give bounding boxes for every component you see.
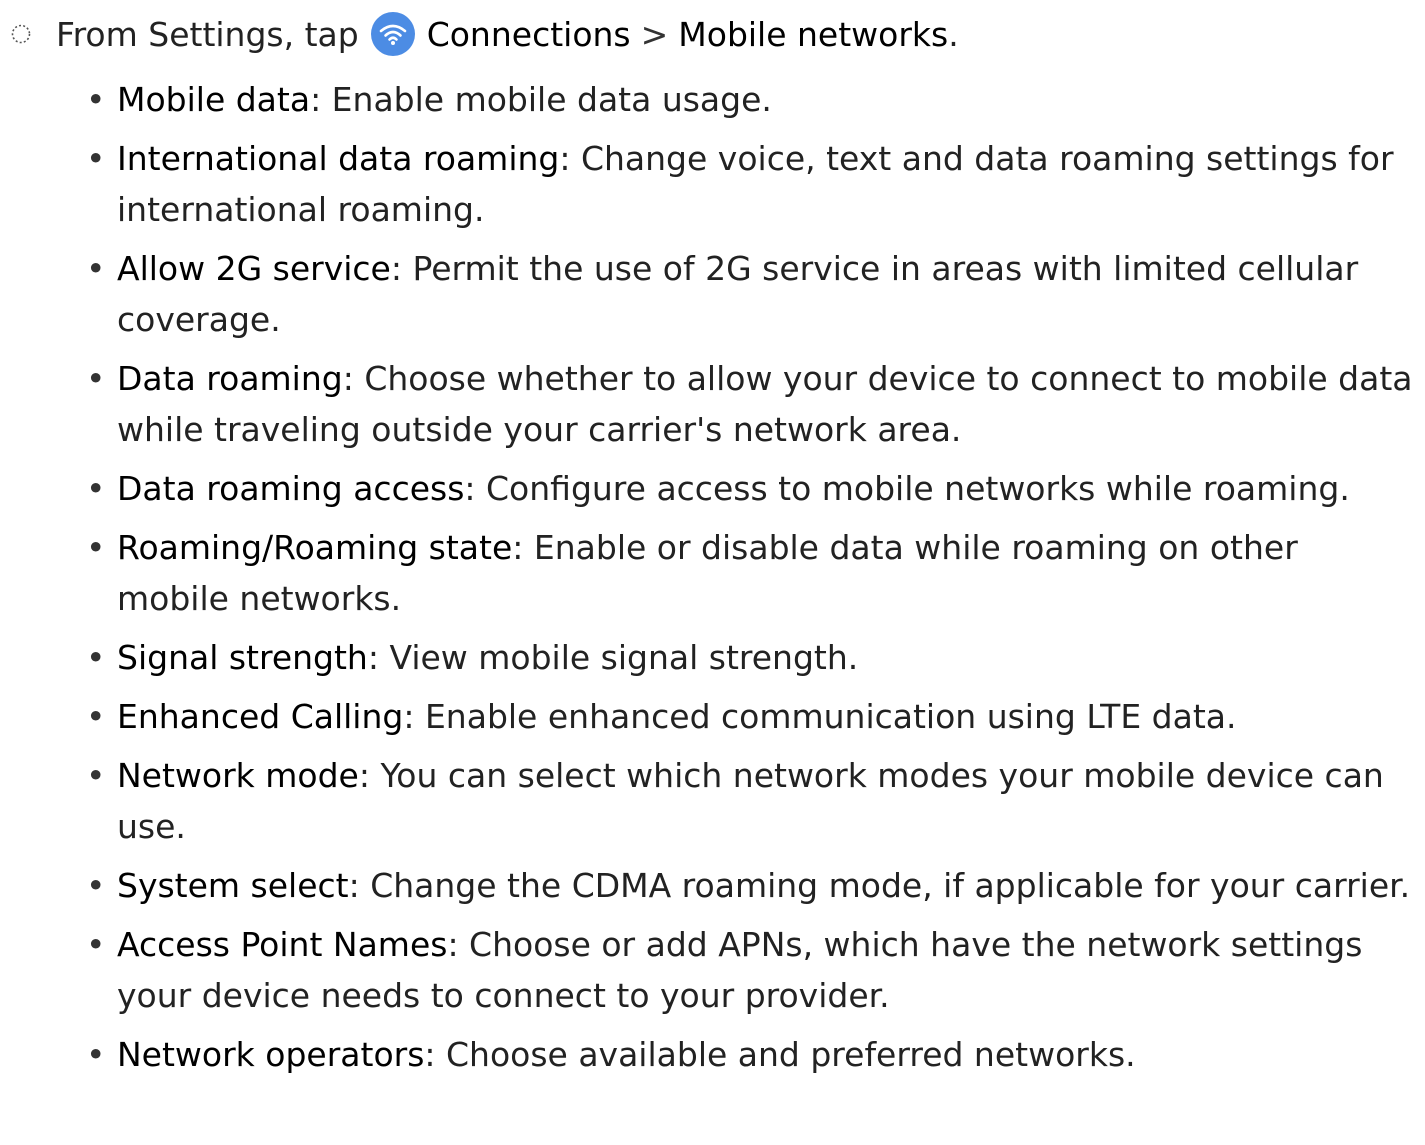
bullet-icon: • — [86, 756, 106, 795]
connections-wifi-icon — [370, 12, 415, 56]
item-term: Roaming/Roaming state — [117, 528, 513, 567]
list-item: • Data roaming access: Configure access t… — [0, 463, 1425, 514]
bullet-icon: • — [86, 139, 106, 178]
bullet-icon: • — [86, 697, 106, 736]
item-description: : Configure access to mobile networks wh… — [464, 469, 1350, 508]
item-description: : Enable enhanced communication using LT… — [403, 697, 1237, 736]
item-term: Network operators — [117, 1035, 425, 1074]
step-circle-icon — [10, 23, 32, 45]
bullet-icon: • — [86, 1035, 106, 1074]
path-separator: > — [640, 14, 669, 54]
list-item: • Network operators: Choose available and… — [0, 1029, 1425, 1080]
item-description: : Enable mobile data usage. — [310, 80, 772, 119]
list-item: • Roaming/Roaming state: Enable or disabl… — [0, 522, 1425, 624]
bullet-icon: • — [86, 528, 106, 567]
item-term: Data roaming — [117, 359, 343, 398]
bullet-icon: • — [86, 866, 106, 905]
item-term: Network mode — [117, 756, 359, 795]
item-description: : Choose available and preferred network… — [424, 1035, 1136, 1074]
bullet-icon: • — [86, 469, 106, 508]
item-term: International data roaming — [117, 139, 560, 178]
item-term: Allow 2G service — [117, 249, 391, 288]
item-term: System select — [117, 866, 349, 905]
list-item: • Access Point Names: Choose or add APNs,… — [0, 919, 1425, 1021]
item-description: : View mobile signal strength. — [367, 638, 859, 677]
item-term: Signal strength — [117, 638, 368, 677]
item-term: Access Point Names — [117, 925, 448, 964]
item-term: Mobile data — [117, 80, 311, 119]
bullet-icon: • — [86, 925, 106, 964]
step-prefix-text: From Settings, tap — [56, 14, 359, 54]
item-term: Data roaming access — [117, 469, 465, 508]
list-item: • Allow 2G service: Permit the use of 2G … — [0, 243, 1425, 345]
instruction-step: From Settings, tap Connections > Mobile … — [10, 8, 959, 60]
item-description: : Change the CDMA roaming mode, if appli… — [348, 866, 1411, 905]
list-item: • International data roaming: Change voic… — [0, 133, 1425, 235]
list-item: • Enhanced Calling: Enable enhanced commu… — [0, 691, 1425, 742]
list-item: • System select: Change the CDMA roaming … — [0, 860, 1425, 911]
list-item: • Network mode: You can select which netw… — [0, 750, 1425, 852]
item-term: Enhanced Calling — [117, 697, 404, 736]
list-item: • Signal strength: View mobile signal str… — [0, 632, 1425, 683]
list-item: • Mobile data: Enable mobile data usage. — [0, 74, 1425, 125]
step-suffix-text: . — [948, 14, 959, 54]
mobile-network-options-list: • Mobile data: Enable mobile data usage. … — [0, 74, 1425, 1088]
connections-label: Connections — [426, 14, 631, 54]
bullet-icon: • — [86, 249, 106, 288]
bullet-icon: • — [86, 359, 106, 398]
mobile-networks-label: Mobile networks — [678, 14, 949, 54]
bullet-icon: • — [86, 80, 106, 119]
list-item: • Data roaming: Choose whether to allow y… — [0, 353, 1425, 455]
bullet-icon: • — [86, 638, 106, 677]
